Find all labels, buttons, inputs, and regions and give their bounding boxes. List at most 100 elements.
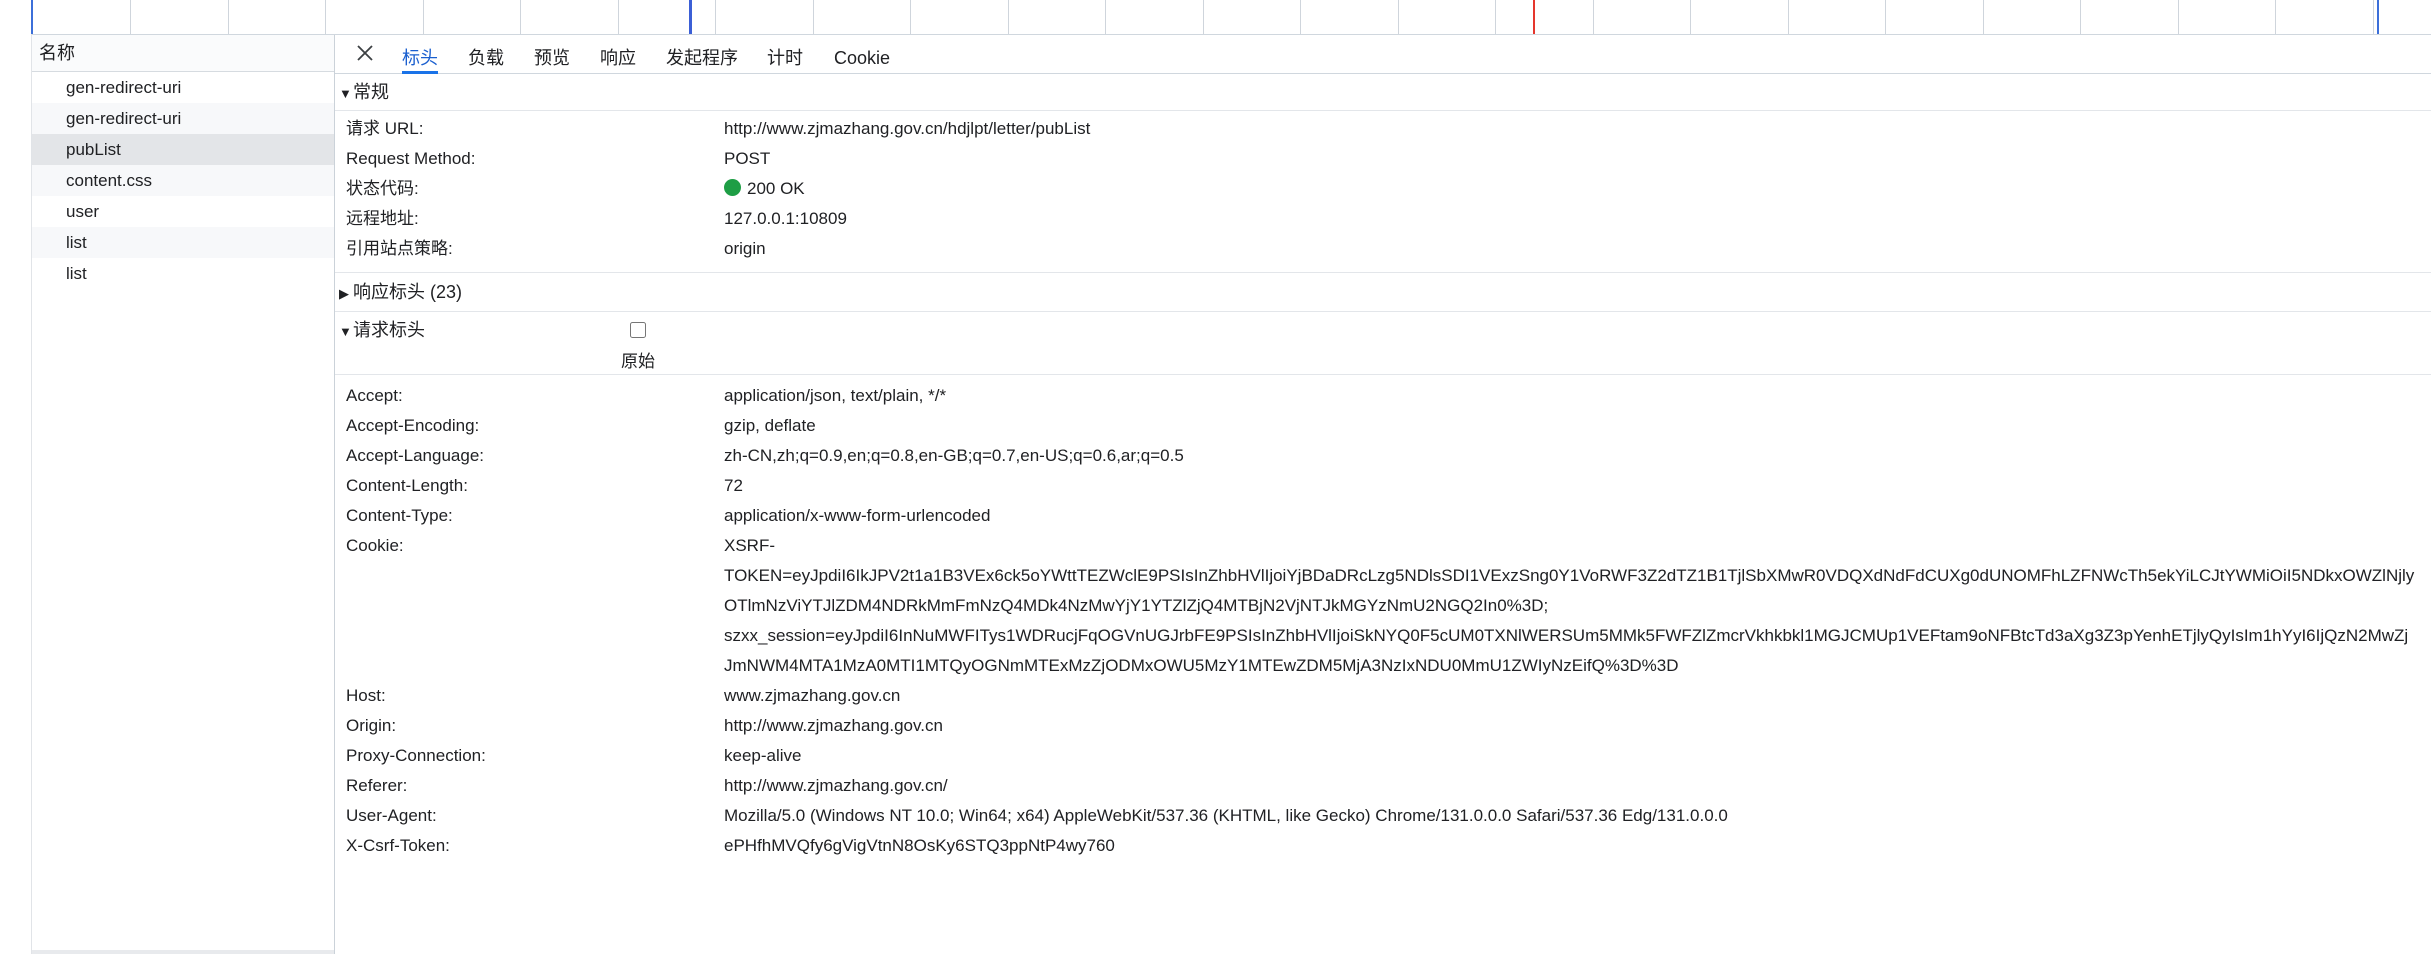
tab-item[interactable]: 响应 bbox=[600, 45, 636, 73]
request-list-scrollbar[interactable] bbox=[32, 950, 334, 954]
timeline-gridline bbox=[813, 0, 814, 34]
request-list-item[interactable]: gen-redirect-uri bbox=[32, 103, 334, 134]
timeline-left-edge bbox=[31, 0, 33, 34]
timeline-gridline bbox=[618, 0, 619, 34]
header-value-line: OTlmNzViYTJlZDM4NDRkMmFmNzQ4MDk4NzMwYjY1… bbox=[724, 596, 1549, 615]
dom-content-loaded-marker bbox=[689, 0, 692, 34]
header-key: Host: bbox=[346, 686, 386, 705]
header-value[interactable]: gzip, deflate bbox=[724, 411, 816, 441]
header-key: Proxy-Connection: bbox=[346, 746, 486, 765]
header-row: Accept-Language: zh-CN,zh;q=0.9,en;q=0.8,… bbox=[335, 441, 2431, 471]
request-list-item[interactable]: user bbox=[32, 196, 334, 227]
timeline-gridline bbox=[1690, 0, 1691, 34]
header-value[interactable]: XSRF- TOKEN=eyJpdiI6IkJPV2t1a1B3VEx6ck5oY… bbox=[724, 531, 2424, 681]
response-headers-section-header[interactable]: ▶ 响应标头 (23) bbox=[335, 273, 2431, 312]
tab-item[interactable]: 标头 bbox=[402, 45, 438, 74]
header-value[interactable]: 200 OK bbox=[724, 174, 805, 204]
timeline-gridline bbox=[2080, 0, 2081, 34]
header-row: Origin: http://www.zjmazhang.gov.cn bbox=[335, 711, 2431, 741]
timeline-gridline bbox=[2373, 0, 2374, 34]
header-key: Accept-Encoding: bbox=[346, 416, 480, 435]
timeline-gridline bbox=[130, 0, 131, 34]
header-key: X-Csrf-Token: bbox=[346, 836, 450, 855]
timeline-gridline bbox=[1203, 0, 1204, 34]
expanded-caret-icon: ▼ bbox=[339, 324, 352, 339]
timeline-gridline bbox=[228, 0, 229, 34]
left-gutter bbox=[0, 34, 32, 954]
header-key: Origin: bbox=[346, 716, 397, 735]
header-row: Host: www.zjmazhang.gov.cn bbox=[335, 681, 2431, 711]
header-row: Cookie: XSRF- TOKEN=eyJpdiI6IkJPV2t1a1B3VE… bbox=[335, 531, 2431, 681]
header-row: Content-Type: application/x-www-form-urle… bbox=[335, 501, 2431, 531]
timeline-gridline bbox=[2275, 0, 2276, 34]
header-value-line: szxx_session=eyJpdiI6InNuMWFITys1WDRucjF… bbox=[724, 626, 2409, 645]
request-list-header[interactable]: 名称 bbox=[32, 35, 334, 72]
header-row: Request Method: POST bbox=[335, 144, 2431, 174]
header-value[interactable]: http://www.zjmazhang.gov.cn/ bbox=[724, 771, 948, 801]
header-value[interactable]: zh-CN,zh;q=0.9,en;q=0.8,en-GB;q=0.7,en-U… bbox=[724, 441, 1184, 471]
tab-item[interactable]: 计时 bbox=[767, 45, 803, 73]
timeline-gridline bbox=[1008, 0, 1009, 34]
header-row: Proxy-Connection: keep-alive bbox=[335, 741, 2431, 771]
header-value[interactable]: 127.0.0.1:10809 bbox=[724, 204, 847, 234]
tab-item[interactable]: 预览 bbox=[534, 45, 570, 73]
request-detail-panel: 标头 负载 预览 响应 发起程序 计时 Cookie ▼常规 请求 URL: http://w… bbox=[335, 35, 2431, 954]
header-value[interactable]: keep-alive bbox=[724, 741, 802, 771]
close-icon[interactable] bbox=[353, 41, 377, 65]
response-headers-title: 响应标头 (23) bbox=[353, 282, 463, 302]
timeline-gridline bbox=[1398, 0, 1399, 34]
header-row: Content-Length: 72 bbox=[335, 471, 2431, 501]
general-section-header[interactable]: ▼常规 bbox=[335, 74, 2431, 111]
header-value-line: TOKEN=eyJpdiI6IkJPV2t1a1B3VEx6ck5oYWttTE… bbox=[724, 566, 2415, 585]
status-text: 200 OK bbox=[747, 179, 805, 198]
header-value[interactable]: application/x-www-form-urlencoded bbox=[724, 501, 990, 531]
timeline-gridline bbox=[1300, 0, 1301, 34]
tab-item[interactable]: 发起程序 bbox=[666, 45, 738, 73]
header-value[interactable]: application/json, text/plain, */* bbox=[724, 381, 946, 411]
timeline-gridline bbox=[2178, 0, 2179, 34]
header-key: Content-Type: bbox=[346, 506, 453, 525]
header-key: User-Agent: bbox=[346, 806, 437, 825]
header-value[interactable]: 72 bbox=[724, 471, 743, 501]
header-row: Referer: http://www.zjmazhang.gov.cn/ bbox=[335, 771, 2431, 801]
request-list-item[interactable]: pubList bbox=[32, 134, 334, 165]
request-headers-section-header[interactable]: ▼请求标头 原始 bbox=[335, 312, 2431, 375]
expanded-caret-icon: ▼ bbox=[339, 86, 352, 101]
header-value[interactable]: Mozilla/5.0 (Windows NT 10.0; Win64; x64… bbox=[724, 801, 1728, 831]
request-header-rows: Accept: application/json, text/plain, */*… bbox=[335, 375, 2431, 861]
header-value[interactable]: http://www.zjmazhang.gov.cn/hdjlpt/lette… bbox=[724, 114, 1090, 144]
request-list-item[interactable]: list bbox=[32, 258, 334, 289]
tab-item[interactable]: Cookie bbox=[834, 45, 890, 73]
header-key: 引用站点策略: bbox=[346, 239, 453, 258]
header-key: Referer: bbox=[346, 776, 408, 795]
header-key: Request Method: bbox=[346, 149, 476, 168]
timeline-right-edge bbox=[2377, 0, 2379, 34]
general-rows: 请求 URL: http://www.zjmazhang.gov.cn/hdjlp… bbox=[335, 111, 2431, 264]
header-key: 状态代码: bbox=[346, 179, 419, 198]
header-row: 状态代码: 200 OK bbox=[335, 174, 2431, 204]
header-value[interactable]: www.zjmazhang.gov.cn bbox=[724, 681, 900, 711]
header-value[interactable]: origin bbox=[724, 234, 766, 264]
header-row: 远程地址: 127.0.0.1:10809 bbox=[335, 204, 2431, 234]
timeline-gridline bbox=[715, 0, 716, 34]
header-key: 请求 URL: bbox=[346, 119, 424, 138]
tab-item[interactable]: 负载 bbox=[468, 45, 504, 73]
header-value[interactable]: http://www.zjmazhang.gov.cn bbox=[724, 711, 943, 741]
timeline-overview[interactable] bbox=[0, 0, 2431, 35]
header-value[interactable]: ePHfhMVQfy6gVigVtnN8OsKy6STQ3ppNtP4wy760 bbox=[724, 831, 1115, 861]
timeline-gridline bbox=[1593, 0, 1594, 34]
timeline-gridline bbox=[520, 0, 521, 34]
collapsed-caret-icon: ▶ bbox=[339, 286, 349, 301]
header-value-line: XSRF- bbox=[724, 536, 775, 555]
request-headers-title: 请求标头 bbox=[353, 320, 425, 340]
request-list-item[interactable]: content.css bbox=[32, 165, 334, 196]
header-value[interactable]: POST bbox=[724, 144, 770, 174]
raw-toggle: 原始 bbox=[603, 314, 673, 374]
request-list-item[interactable]: list bbox=[32, 227, 334, 258]
timeline-gridline bbox=[1788, 0, 1789, 34]
header-row: 引用站点策略: origin bbox=[335, 234, 2431, 264]
request-list-rows: gen-redirect-uri gen-redirect-uri pubList c… bbox=[32, 72, 334, 289]
header-row: 请求 URL: http://www.zjmazhang.gov.cn/hdjlp… bbox=[335, 114, 2431, 144]
raw-checkbox[interactable] bbox=[630, 322, 646, 338]
request-list-item[interactable]: gen-redirect-uri bbox=[32, 72, 334, 103]
